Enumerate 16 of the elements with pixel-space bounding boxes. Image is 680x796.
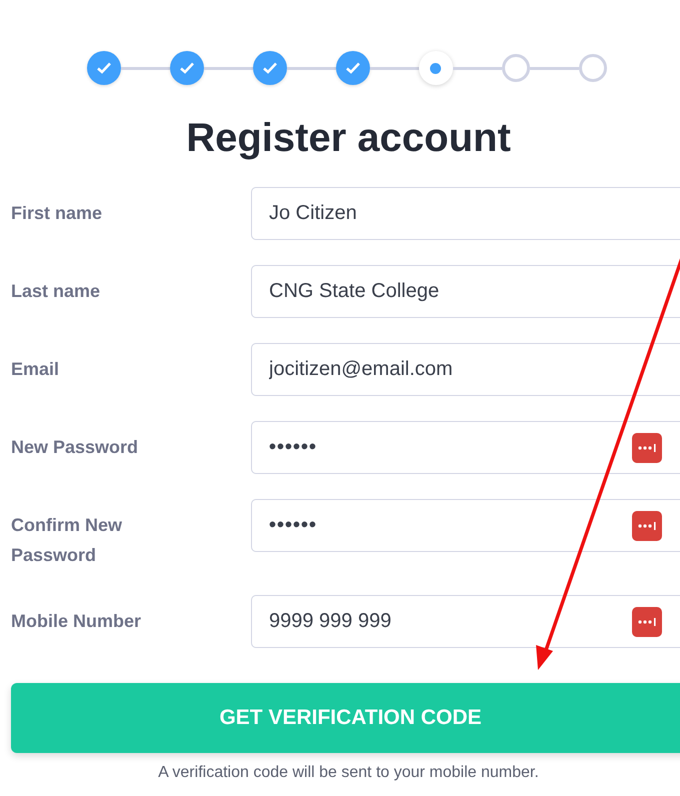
- field-label: Email: [11, 358, 60, 381]
- input-field[interactable]: ••••••: [251, 421, 680, 474]
- password-manager-icon[interactable]: [632, 432, 662, 462]
- input-field[interactable]: 9999 999 999: [251, 595, 680, 648]
- helper-text: A verification code will be sent to your mobile number.: [157, 763, 540, 783]
- field-label: First name: [11, 202, 104, 225]
- password-manager-icon[interactable]: [632, 510, 662, 540]
- page-title: Register account: [185, 115, 512, 162]
- input-field[interactable]: CNG State College: [251, 265, 680, 318]
- field-label: New Password: [11, 436, 140, 459]
- password-manager-icon[interactable]: [632, 606, 662, 636]
- input-field[interactable]: Jo Citizen: [251, 187, 680, 240]
- field-label: Mobile Number: [11, 610, 142, 633]
- input-field[interactable]: ••••••: [251, 499, 680, 552]
- field-label: Confirm New Password: [11, 514, 124, 567]
- field-label: Last name: [11, 280, 102, 303]
